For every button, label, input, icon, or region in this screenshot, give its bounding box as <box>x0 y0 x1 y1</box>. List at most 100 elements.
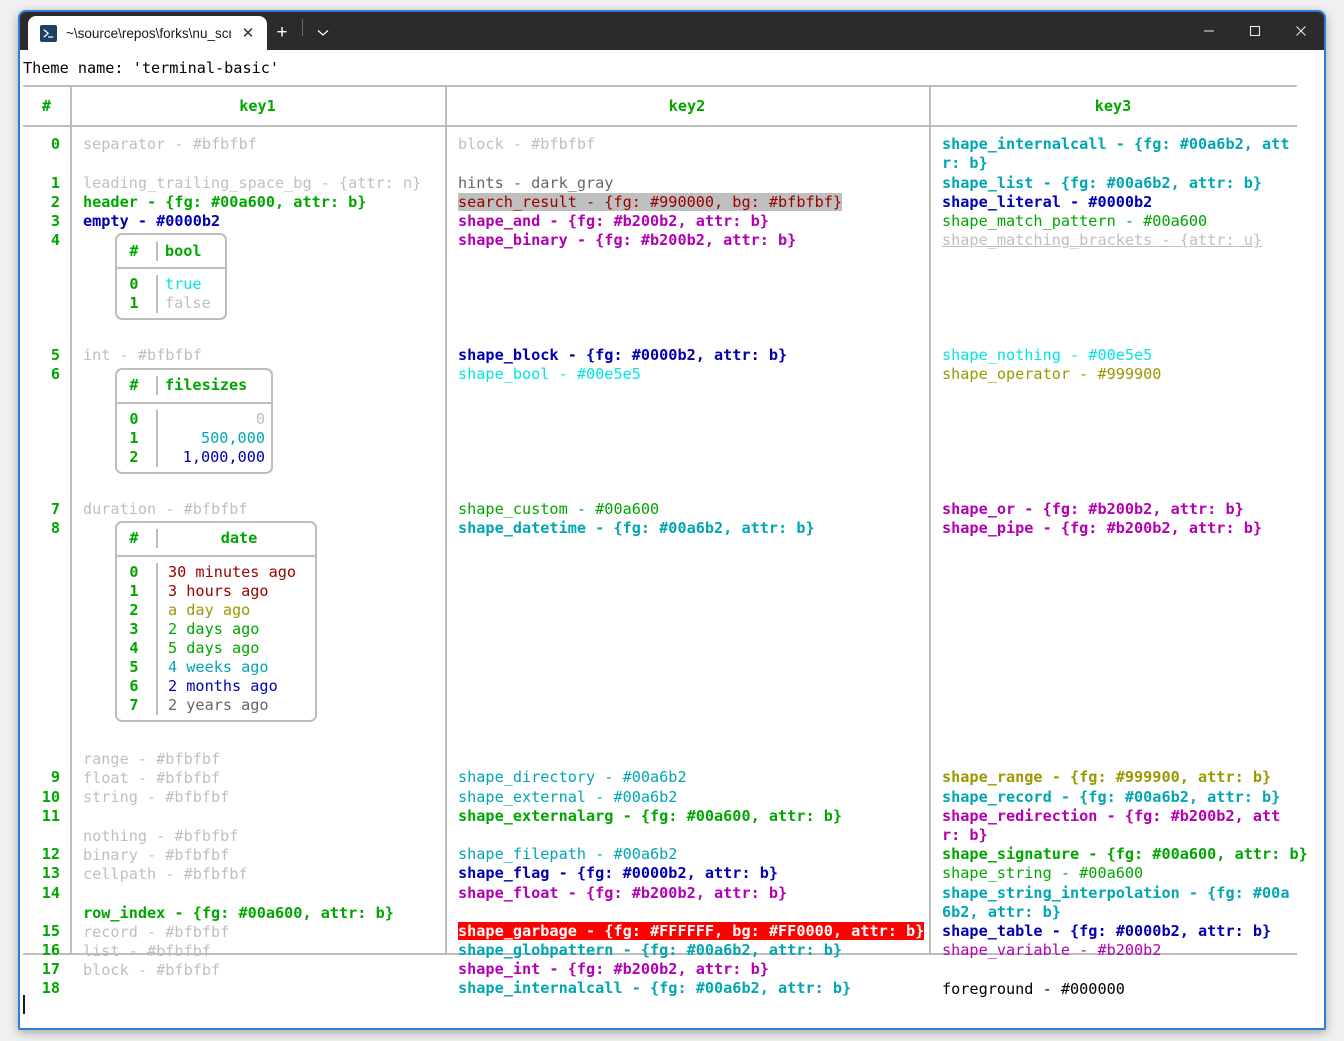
key2-line: shape_datetime - {fg: #00a6b2, attr: b} <box>458 518 815 537</box>
date-row-value: 30 minutes ago <box>168 562 297 581</box>
key3-line: shape_string - #00a600 <box>942 864 1144 883</box>
tab-close-icon[interactable]: ✕ <box>237 22 259 44</box>
key1-line: empty - #0000b2 <box>83 211 221 230</box>
bool-row-index: 0 <box>129 275 139 294</box>
column-rule <box>445 87 447 126</box>
row-index: 5 <box>50 346 60 365</box>
filesizes-row-index: 0 <box>129 409 139 428</box>
key2-line: shape_custom - #00a600 <box>458 499 660 518</box>
date-row-value: 2 days ago <box>168 619 260 638</box>
key2-line: shape_globpattern - {fg: #00a6b2, attr: … <box>458 941 843 960</box>
date-row-index: 0 <box>129 562 139 581</box>
key2-line: shape_bool - #00e5e5 <box>458 365 641 384</box>
key2-line: shape_float - {fg: #b200b2, attr: b} <box>458 883 788 902</box>
minimize-button[interactable] <box>1186 12 1232 50</box>
row-index: 8 <box>50 518 60 537</box>
key2-column: block - #bfbfbf hints - dark_gray search… <box>445 135 929 998</box>
header-key3: key3 <box>1094 96 1132 115</box>
key1-line: binary - #bfbfbf <box>83 846 230 865</box>
row-index: 13 <box>41 864 60 883</box>
bool-table-wrap: # bool 0 true 1 false <box>83 231 445 327</box>
filesizes-row-value: 500,000 <box>200 428 265 447</box>
bool-header-index: # <box>129 241 139 260</box>
row-index: 9 <box>50 768 60 787</box>
bool-row: 0 true <box>117 275 225 295</box>
row-index: 17 <box>41 960 60 979</box>
header-index: # <box>41 96 52 115</box>
tab-nu-script[interactable]: ~\source\repos\forks\nu_scrip ✕ <box>28 16 267 50</box>
bool-header-col: bool <box>165 241 202 260</box>
filesizes-row: 2 1,000,000 <box>117 447 271 467</box>
key3-line: shape_nothing - #00e5e5 <box>942 346 1153 365</box>
title-bar: ~\source\repos\forks\nu_scrip ✕ + <box>20 12 1324 50</box>
key2-line: block - #bfbfbf <box>458 135 596 154</box>
row-index: 1 <box>50 173 60 192</box>
date-row: 2 a day ago <box>117 600 315 620</box>
filesizes-row-index: 2 <box>129 447 139 466</box>
key3-line: shape_record - {fg: #00a6b2, attr: b} <box>942 787 1281 806</box>
date-row: 4 5 days ago <box>117 638 315 658</box>
key3-line: shape_string_interpolation - {fg: #00a6b… <box>942 883 1290 921</box>
key2-line: shape_int - {fg: #b200b2, attr: b} <box>458 960 769 979</box>
terminal-content[interactable]: Theme name: 'terminal-basic' # key1 key2… <box>20 50 1324 1028</box>
key1-line: duration - #bfbfbf <box>83 499 248 518</box>
date-row-index: 5 <box>129 657 139 676</box>
filesizes-row: 1 500,000 <box>117 428 271 448</box>
window-controls <box>1186 12 1324 50</box>
nu-table: # key1 key2 key3 0 1 2 3 4 5 6 7 8 9 10 … <box>23 85 1308 998</box>
key2-line-garbage: shape_garbage - {fg: #FFFFFF, bg: #FF000… <box>458 921 929 941</box>
filesizes-table: # filesizes 0 0 1 500,000 2 1,000,000 <box>115 367 273 474</box>
column-rule <box>445 127 447 954</box>
column-rule <box>70 127 72 954</box>
date-row-index: 2 <box>129 600 139 619</box>
key2-line: shape_externalarg - {fg: #00a600, attr: … <box>458 806 843 825</box>
date-table: # date 0 30 minutes ago 1 3 hours ago 2 … <box>115 520 317 722</box>
date-row-index: 1 <box>129 581 139 600</box>
filesizes-row: 0 0 <box>117 409 271 429</box>
theme-name-line: Theme name: 'terminal-basic' <box>23 59 280 77</box>
powershell-icon <box>40 24 57 42</box>
date-header-index: # <box>129 529 139 548</box>
tab-dropdown-icon[interactable] <box>308 16 338 50</box>
close-button[interactable] <box>1278 12 1324 50</box>
key3-line: shape_match_pattern - #00a600 <box>942 211 1208 230</box>
key3-line: shape_signature - {fg: #00a600, attr: b} <box>942 845 1308 864</box>
bool-row: 1 false <box>117 294 225 314</box>
maximize-button[interactable] <box>1232 12 1278 50</box>
key3-column: shape_internalcall - {fg: #00a6b2, attr:… <box>929 135 1308 998</box>
table-body: 0 1 2 3 4 5 6 7 8 9 10 11 12 13 14 15 16… <box>23 127 1308 998</box>
filesizes-table-wrap: # filesizes 0 0 1 500,000 2 1,000,000 <box>83 366 445 481</box>
date-row-value: 2 years ago <box>168 695 269 714</box>
key2-line-search-result: search_result - {fg: #990000, bg: #bfbfb… <box>458 192 929 212</box>
key2-line: shape_directory - #00a6b2 <box>458 768 687 787</box>
date-row: 6 2 months ago <box>117 676 315 696</box>
header-key1: key1 <box>239 96 276 115</box>
new-tab-button[interactable]: + <box>267 16 297 50</box>
row-index: 18 <box>41 979 60 998</box>
key1-line: float - #bfbfbf <box>83 769 221 788</box>
key1-line: int - #bfbfbf <box>83 346 202 365</box>
key1-line: range - #bfbfbf <box>83 750 221 769</box>
key3-line: shape_literal - #0000b2 <box>942 192 1153 211</box>
column-rule <box>929 87 931 126</box>
row-index: 16 <box>41 941 60 960</box>
row-index: 4 <box>50 231 60 250</box>
key3-line: shape_pipe - {fg: #b200b2, attr: b} <box>942 518 1263 537</box>
bool-row-index: 1 <box>129 294 139 313</box>
key3-line: shape_internalcall - {fg: #00a6b2, attr:… <box>942 135 1290 173</box>
bool-table: # bool 0 true 1 false <box>115 233 227 321</box>
date-row-value: 2 months ago <box>168 676 278 695</box>
filesizes-row-value: 1,000,000 <box>182 447 265 466</box>
row-index: 0 <box>50 135 60 154</box>
key3-line: shape_operator - #999900 <box>942 365 1162 384</box>
key3-line: shape_variable - #b200b2 <box>942 941 1162 960</box>
key1-line: leading_trailing_space_bg - {attr: n} <box>83 173 422 192</box>
key1-line: record - #bfbfbf <box>83 922 230 941</box>
header-key2: key2 <box>668 96 706 115</box>
date-row-value: a day ago <box>168 600 251 619</box>
bool-row-value: true <box>165 275 202 294</box>
filesizes-header-index: # <box>129 375 139 394</box>
key3-line: shape_or - {fg: #b200b2, attr: b} <box>942 499 1244 518</box>
tab-separator <box>302 18 303 36</box>
date-row-value: 4 weeks ago <box>168 657 269 676</box>
